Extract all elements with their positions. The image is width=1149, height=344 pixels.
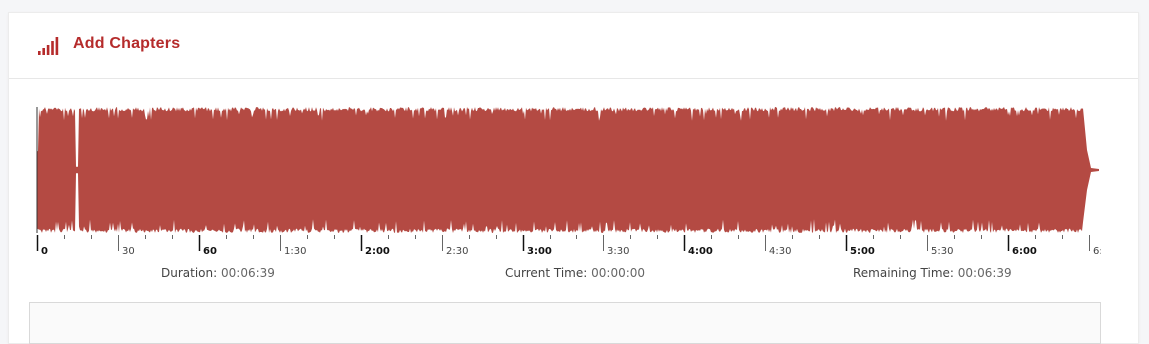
timeline-label: 2:30 (446, 246, 468, 257)
timeline-label: 30 (122, 246, 135, 257)
waveform-timeline[interactable]: 0 30 60 1:30 2:00 2:30 3:00 3:30 4:00 4:30 5:00 5:3… (29, 93, 1101, 263)
timeline-label: 3:30 (607, 246, 629, 257)
timeline-label: 4:00 (688, 246, 713, 257)
timeline-label: 6:30 (1093, 246, 1101, 257)
timeline-label: 0 (41, 246, 48, 257)
timeline-label: 5:30 (931, 246, 953, 257)
timeline-label: 2:00 (365, 246, 390, 257)
duration-label: Duration: (161, 266, 218, 280)
timeline-label: 3:00 (527, 246, 552, 257)
remaining-time-info: Remaining Time: 00:06:39 (853, 266, 1012, 280)
timeline-label: 6:00 (1012, 246, 1037, 257)
current-time-info: Current Time: 00:00:00 (505, 266, 645, 280)
signal-bars-icon (38, 37, 59, 55)
duration-value: 00:06:39 (221, 266, 275, 280)
remaining-time-value: 00:06:39 (957, 266, 1012, 280)
remaining-time-label: Remaining Time: (853, 266, 954, 280)
waveform-shape[interactable] (37, 107, 1099, 233)
card-title: Add Chapters (73, 35, 181, 52)
timeline-label: 1:30 (284, 246, 306, 257)
timeline-label: 60 (203, 246, 217, 257)
current-time-value: 00:00:00 (591, 266, 646, 280)
chapters-panel (29, 302, 1101, 344)
duration-info: Duration: 00:06:39 (161, 266, 275, 280)
card-header: Add Chapters (9, 13, 1138, 79)
current-time-label: Current Time: (505, 266, 588, 280)
timeline-label: 5:00 (850, 246, 875, 257)
waveform-canvas[interactable]: 0 30 60 1:30 2:00 2:30 3:00 3:30 4:00 4:30 5:00 5:3… (29, 93, 1101, 263)
timeline-label: 4:30 (769, 246, 791, 257)
